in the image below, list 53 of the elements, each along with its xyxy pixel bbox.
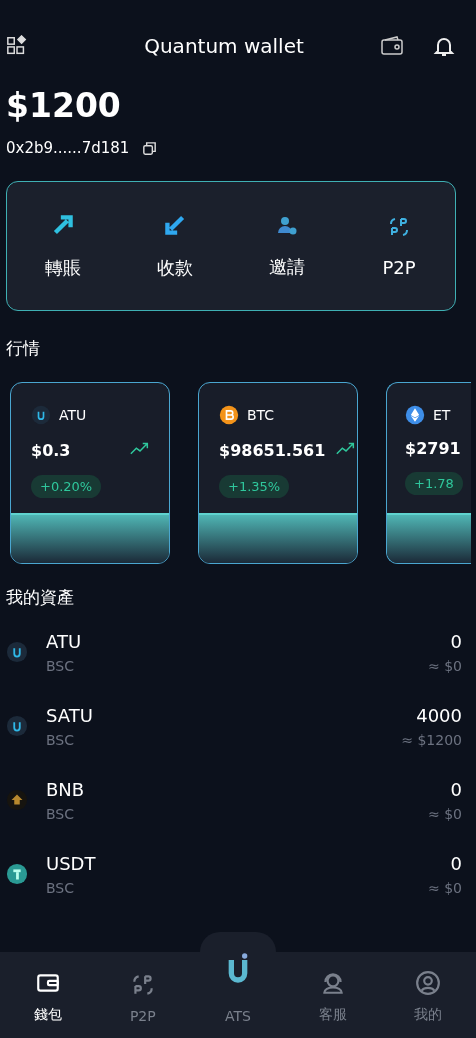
asset-chain: BSC xyxy=(46,657,76,674)
asset-amount: 4000 xyxy=(416,704,462,726)
nav-tab[interactable]: P2P xyxy=(95,952,191,1038)
asset-symbol: USDT xyxy=(46,852,97,874)
asset-value: ≈ $1200 xyxy=(401,731,462,748)
action-button[interactable]: 邀請 xyxy=(231,212,343,280)
apps-grid-icon xyxy=(6,35,28,57)
copy-icon xyxy=(141,139,159,157)
coin-symbol: BTC xyxy=(247,407,275,423)
coin-price: $0.3 xyxy=(31,440,71,460)
market-card[interactable]: BTC $98651.561 +1.35% xyxy=(198,382,358,564)
market-card[interactable]: ATU $0.3 +0.20% xyxy=(10,382,170,564)
price-change: +1.35% xyxy=(219,475,290,498)
coin-icon xyxy=(6,863,28,885)
section-title: 我的資產 xyxy=(5,586,75,609)
asset-value: ≈ $0 xyxy=(428,805,462,822)
asset-chain: BSC xyxy=(46,805,76,822)
asset-value: ≈ $0 xyxy=(428,879,462,896)
coin-icon xyxy=(405,405,425,425)
coin-icon xyxy=(6,715,28,737)
coin-price: $2791 xyxy=(405,439,461,458)
market-card[interactable]: ET $2791 +1.78 xyxy=(386,382,471,564)
asset-symbol: SATU xyxy=(46,704,94,726)
action-button[interactable]: 收款 xyxy=(119,211,231,281)
nav-tab[interactable]: 我的 xyxy=(380,952,476,1038)
coin-symbol: ET xyxy=(433,407,451,423)
action-button[interactable]: 轉賬 xyxy=(7,211,119,281)
asset-chain: BSC xyxy=(46,731,76,748)
price-change: +1.78 xyxy=(405,472,463,495)
nav-tab[interactable]: ATS xyxy=(190,932,286,1038)
section-title: 行情 xyxy=(5,337,41,360)
app-title: Quantum wallet xyxy=(144,34,304,58)
balance-amount: $1200 xyxy=(5,85,122,125)
coin-price: $98651.561 xyxy=(219,440,326,460)
price-change: +0.20% xyxy=(31,475,102,498)
asset-symbol: ATU xyxy=(46,630,83,652)
action-button[interactable]: P2P xyxy=(343,213,455,279)
asset-amount: 0 xyxy=(450,630,462,652)
asset-symbol: BNB xyxy=(46,778,86,800)
coin-symbol: ATU xyxy=(59,407,87,423)
profile-icon xyxy=(415,970,442,996)
asset-amount: 0 xyxy=(450,778,462,800)
wallet-address: 0x2b9......7d181 xyxy=(6,139,130,157)
coin-icon xyxy=(31,405,51,425)
asset-amount: 0 xyxy=(450,852,462,874)
asset-chain: BSC xyxy=(46,879,76,896)
asset-value: ≈ $0 xyxy=(428,657,462,674)
nav-tab[interactable]: 錢包 xyxy=(0,952,96,1038)
nav-tab[interactable]: 客服 xyxy=(285,952,381,1038)
coin-icon xyxy=(6,641,28,663)
coin-icon xyxy=(6,789,28,811)
coin-icon xyxy=(219,405,239,425)
wallet-card-icon xyxy=(380,34,404,58)
